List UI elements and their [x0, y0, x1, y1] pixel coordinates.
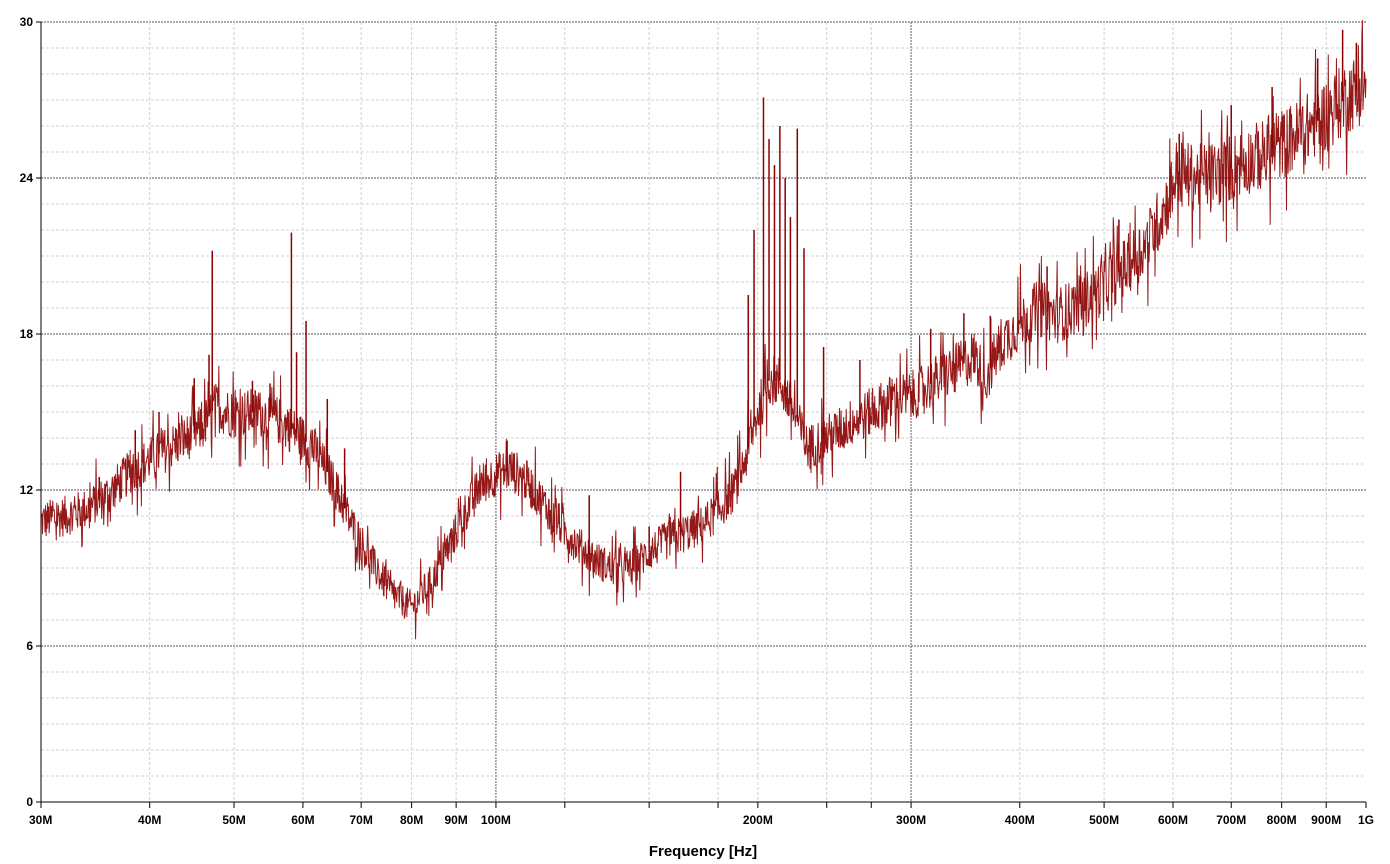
x-tick-label: 200M	[743, 813, 773, 827]
x-tick-label: 70M	[349, 813, 372, 827]
x-tick-label: 40M	[138, 813, 161, 827]
y-tick-label: 12	[20, 483, 34, 497]
x-tick-label: 50M	[222, 813, 245, 827]
frequency-trace	[40, 20, 1367, 640]
frequency-chart: 0 6 12 18 24 30 30M 40M 50M 60M 70M 80M 90M 100M 200M 3…	[20, 15, 1374, 860]
y-tick-label: 24	[20, 171, 34, 185]
series-line	[40, 20, 1367, 640]
x-tick-label: 900M	[1311, 813, 1341, 827]
x-tick-label: 800M	[1267, 813, 1297, 827]
x-axis-title: Frequency [Hz]	[649, 843, 757, 860]
x-tick-label: 90M	[444, 813, 467, 827]
x-tick-label: 30M	[29, 813, 52, 827]
y-tick-label: 30	[20, 15, 34, 29]
y-tick-label: 0	[26, 795, 33, 809]
x-tick-label: 60M	[291, 813, 314, 827]
x-tick-label: 400M	[1005, 813, 1035, 827]
y-tick-label: 6	[26, 639, 33, 653]
x-tick-label: 100M	[481, 813, 511, 827]
x-tick-label: 300M	[896, 813, 926, 827]
x-tick-label: 80M	[400, 813, 423, 827]
y-tick-label: 18	[20, 327, 34, 341]
x-tick-label: 600M	[1158, 813, 1188, 827]
x-tick-label: 700M	[1216, 813, 1246, 827]
x-tick-label: 1G	[1358, 813, 1374, 827]
x-tick-label: 500M	[1089, 813, 1119, 827]
